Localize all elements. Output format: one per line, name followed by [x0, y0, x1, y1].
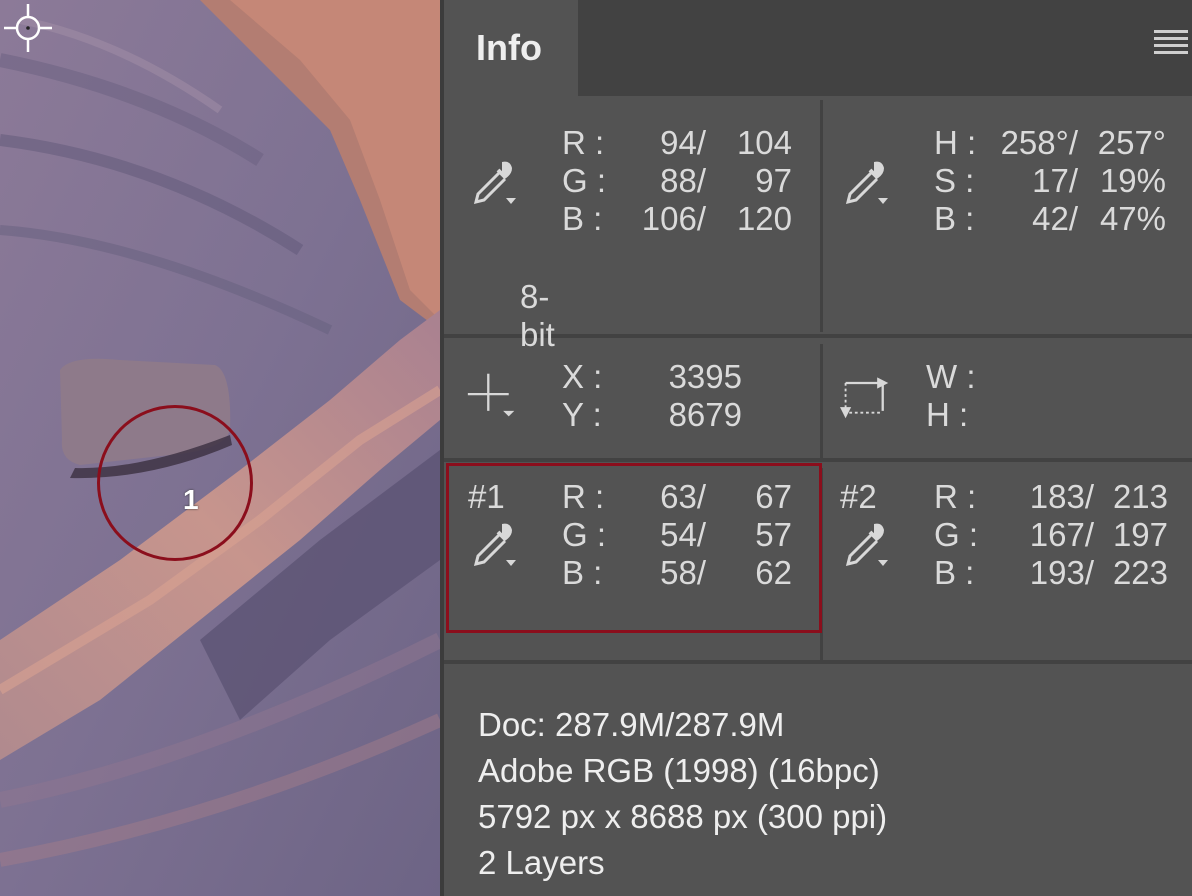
y-value: 8679 [668, 396, 742, 433]
bit-depth-label[interactable]: 8-bit [520, 278, 555, 354]
doc-size: Doc: 287.9M/287.9M [478, 706, 785, 743]
channel-label: B : [562, 200, 603, 237]
value-before: 42/ [1032, 200, 1078, 237]
value-before: 258°/ [1000, 124, 1078, 161]
sampler-highlight-circle [97, 405, 253, 561]
panel-menu-icon[interactable] [1154, 30, 1188, 56]
sampler1-highlight-box [446, 463, 822, 633]
value-after: 19% [1099, 162, 1166, 199]
channel-label: B : [934, 554, 975, 591]
divider [444, 660, 1192, 664]
image-canvas[interactable]: 1 [0, 0, 440, 896]
channel-label: G : [562, 162, 607, 199]
channel-label: B : [934, 200, 975, 237]
tab-info[interactable]: Info [444, 0, 578, 96]
color-profile: Adobe RGB (1998) (16bpc) [478, 752, 880, 789]
value-before: 106/ [641, 200, 706, 237]
channel-label: R : [562, 124, 605, 161]
color-sampler-crosshair-icon[interactable] [0, 0, 56, 56]
value-before: 193/ [1029, 554, 1094, 591]
channel-label: R : [934, 478, 977, 515]
value-before: 183/ [1029, 478, 1094, 515]
value-after: 223 [1112, 554, 1168, 591]
eyedropper-icon[interactable] [840, 156, 892, 208]
h-value [988, 396, 1070, 434]
x-label: X : [562, 358, 603, 395]
w-label: W : [926, 358, 976, 395]
eyedropper-icon[interactable] [840, 518, 892, 570]
crosshair-icon[interactable] [466, 370, 518, 422]
channel-label: S : [934, 162, 975, 199]
hsb-values: H : 258°/ 257° S : 17/19% B : 42/47% [934, 124, 1166, 238]
value-before: 167/ [1029, 516, 1094, 553]
channel-label: H : [934, 124, 977, 161]
rgb-values: R : 94/104 G : 88/97 B : 106/120 [562, 124, 792, 238]
value-after: 213 [1112, 478, 1168, 515]
sampler2-values: R : 183/213 G : 167/197 B : 193/223 [934, 478, 1168, 592]
value-after: 257° [1097, 124, 1166, 161]
selection-size-icon [840, 377, 889, 419]
value-after: 120 [736, 200, 792, 237]
x-value: 3395 [668, 358, 742, 395]
value-after: 97 [755, 162, 792, 199]
eyedropper-icon[interactable] [468, 156, 520, 208]
value-after: 197 [1112, 516, 1168, 553]
channel-label: G : [934, 516, 979, 553]
wh-values: W : H : [926, 358, 1070, 434]
divider [444, 334, 1192, 338]
xy-values: X : 3395 Y : 8679 [562, 358, 742, 434]
divider [820, 100, 823, 332]
panel-tab-bar: Info [444, 0, 1192, 96]
y-label: Y : [562, 396, 602, 433]
info-panel: Info R : 94/104 G : 88/97 B : 106/120 8-bit [444, 0, 1192, 896]
value-before: 94/ [660, 124, 706, 161]
h-label: H : [926, 396, 969, 433]
value-after: 47% [1099, 200, 1166, 237]
layer-count: 2 Layers [478, 844, 605, 881]
doc-dimensions: 5792 px x 8688 px (300 ppi) [478, 798, 888, 835]
value-before: 17/ [1032, 162, 1078, 199]
value-before: 88/ [660, 162, 706, 199]
value-after: 104 [736, 124, 792, 161]
divider [444, 458, 1192, 462]
w-value [988, 358, 1070, 396]
divider [820, 344, 823, 458]
sampler-tag: #2 [840, 478, 877, 515]
document-info: Doc: 287.9M/287.9M Adobe RGB (1998) (16b… [478, 702, 887, 886]
